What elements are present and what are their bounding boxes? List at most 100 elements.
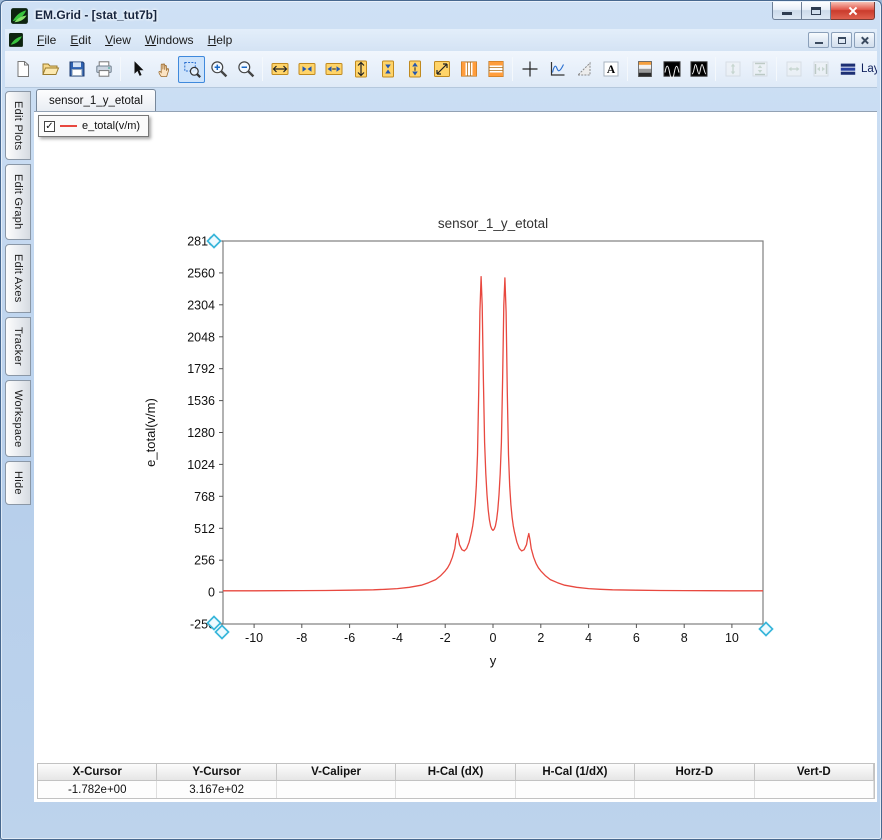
window-controls	[772, 2, 875, 20]
waveform-button[interactable]	[658, 56, 685, 83]
horz-d-value	[635, 781, 755, 798]
x-tick-label: -8	[296, 631, 307, 645]
pan-button[interactable]	[151, 56, 178, 83]
zoom-out-button[interactable]	[232, 56, 259, 83]
print-icon	[95, 61, 112, 77]
menu-edit[interactable]: Edit	[63, 30, 98, 50]
x-tick-label: -4	[392, 631, 403, 645]
close-button[interactable]	[831, 2, 875, 20]
y-tick-label: 0	[208, 586, 215, 600]
crosshair-icon	[522, 61, 537, 77]
layout-button-label: Layou	[861, 63, 877, 75]
maximize-button[interactable]	[802, 2, 831, 20]
chart[interactable]: sensor_1_y_etotal-2560256512768102412801…	[131, 206, 791, 676]
x-tick-label: 8	[681, 631, 688, 645]
mdi-restore-button[interactable]	[831, 32, 852, 48]
vert-d-header: Vert-D	[754, 764, 874, 781]
x-axis-zoom-out-icon	[325, 63, 342, 75]
legend-line-sample	[60, 125, 77, 127]
y-axis-zoom-out-icon	[408, 60, 421, 78]
menu-file[interactable]: File	[30, 30, 63, 50]
side-tab-label: Edit Axes	[12, 254, 24, 303]
pan-hand-icon	[157, 63, 169, 77]
menu-view[interactable]: View	[98, 30, 138, 50]
menu-windows[interactable]: Windows	[138, 30, 201, 50]
y-axis-zoom-in-button[interactable]	[374, 56, 401, 83]
mdi-close-button[interactable]	[854, 32, 875, 48]
colormap-button[interactable]	[631, 56, 658, 83]
side-tab-workspace[interactable]: Workspace	[5, 379, 31, 458]
menu-bar: File Edit View Windows Help	[5, 29, 877, 51]
sync-vertical-button	[719, 56, 746, 83]
print-button[interactable]	[90, 56, 117, 83]
x-axis-zoom-out-button[interactable]	[320, 56, 347, 83]
sync-horizontal-button	[780, 56, 807, 83]
side-tab-edit-axes[interactable]: Edit Axes	[5, 244, 31, 313]
x-axis-expand-button[interactable]	[266, 56, 293, 83]
h-cal-dx-value	[396, 781, 516, 798]
menu-help[interactable]: Help	[201, 30, 240, 50]
x-axis-zoom-in-button[interactable]	[293, 56, 320, 83]
y-axis-expand-button[interactable]	[347, 56, 374, 83]
toolbar-separator	[120, 57, 121, 81]
toolbar: A Layou	[5, 51, 877, 88]
text-label-icon: A	[603, 61, 618, 77]
legend-box[interactable]: ✓ e_total(v/m)	[38, 115, 150, 137]
app-logo-icon	[11, 7, 29, 24]
y-axis-zoom-in-icon	[381, 60, 394, 78]
slope-marker-button[interactable]	[570, 56, 597, 83]
split-columns-button[interactable]	[455, 56, 482, 83]
x-tick-label: 6	[633, 631, 640, 645]
toolbar-separator	[627, 57, 628, 81]
status-header-row: X-Cursor Y-Cursor V-Caliper H-Cal (dX) H…	[38, 764, 874, 781]
plot-canvas[interactable]: ✓ e_total(v/m) sensor_1_y_etotal -256 0 256…	[34, 112, 877, 802]
multi-pulse-button[interactable]	[685, 56, 712, 83]
layout-button[interactable]: Layou	[834, 56, 877, 82]
toolbar-separator	[262, 57, 263, 81]
y-cursor-value: 3.167e+02	[157, 781, 277, 798]
zoom-extents-button[interactable]	[428, 56, 455, 83]
mdi-minimize-button[interactable]	[808, 32, 829, 48]
minimize-button[interactable]	[772, 2, 802, 20]
split-rows-button[interactable]	[482, 56, 509, 83]
h-cal-dx-header: H-Cal (dX)	[396, 764, 516, 781]
x-tick-label: 0	[490, 631, 497, 645]
pointer-button[interactable]	[124, 56, 151, 83]
pointer-icon	[134, 61, 143, 76]
h-cal-1dx-value	[515, 781, 636, 798]
y-tick-label: 2048	[187, 330, 215, 344]
zoom-in-button[interactable]	[205, 56, 232, 83]
title-bar[interactable]: EM.Grid - [stat_tut7b]	[1, 1, 881, 29]
crosshair-button[interactable]	[516, 56, 543, 83]
maximize-icon	[811, 6, 821, 15]
sync-vertical-icon	[725, 61, 740, 77]
side-tab-edit-graph[interactable]: Edit Graph	[5, 164, 31, 241]
save-icon	[69, 61, 84, 77]
toolbar-separator	[776, 57, 777, 81]
document-tab-label: sensor_1_y_etotal	[49, 94, 143, 107]
y-tick-label: 1280	[187, 426, 215, 440]
document-tab-sensor-1-y-etotal[interactable]: sensor_1_y_etotal	[36, 89, 156, 111]
side-tab-hide[interactable]: Hide	[5, 461, 31, 505]
side-tab-tracker[interactable]: Tracker	[5, 316, 31, 376]
side-tab-label: Tracker	[12, 326, 24, 366]
side-tab-label: Edit Plots	[12, 101, 24, 151]
y-axis-zoom-out-button[interactable]	[401, 56, 428, 83]
fit-horizontal-icon	[813, 61, 828, 77]
fit-horizontal-button	[807, 56, 834, 83]
open-folder-button[interactable]	[36, 56, 63, 83]
y-tick-label: 1536	[187, 394, 215, 408]
zoom-region-button[interactable]	[178, 55, 205, 83]
text-label-button[interactable]: A	[597, 56, 624, 83]
save-button[interactable]	[63, 56, 90, 83]
new-document-button[interactable]	[9, 56, 36, 83]
axes-plot-button[interactable]	[543, 56, 570, 83]
x-axis-label: y	[490, 653, 497, 668]
y-tick-label: 256	[194, 554, 215, 568]
legend-checkbox[interactable]: ✓	[44, 120, 55, 132]
side-tab-label: Hide	[12, 471, 24, 495]
fit-vertical-icon	[752, 61, 767, 77]
cursor-status-table: X-Cursor Y-Cursor V-Caliper H-Cal (dX) H…	[37, 763, 875, 799]
x-cursor-header: X-Cursor	[38, 764, 158, 781]
side-tab-edit-plots[interactable]: Edit Plots	[5, 91, 31, 161]
